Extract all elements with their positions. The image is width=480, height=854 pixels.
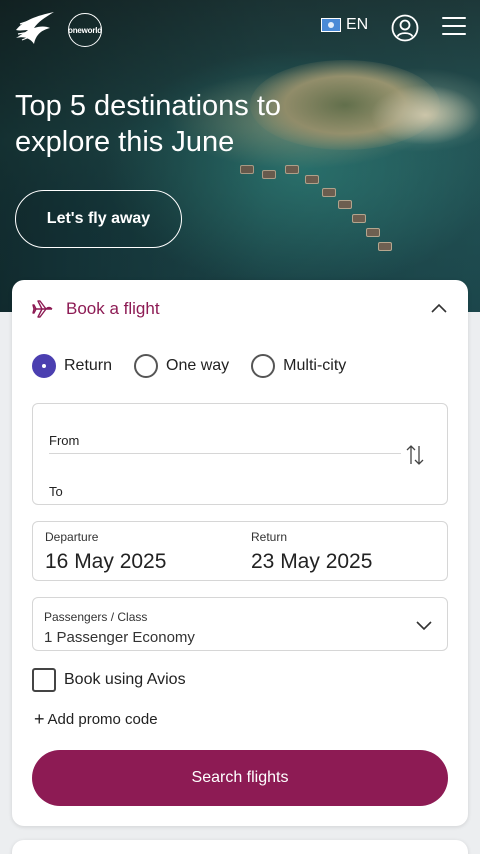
trip-type-label: Return xyxy=(64,357,113,374)
trip-type-multi-city[interactable]: Multi-city xyxy=(251,354,346,378)
book-flight-title: Book a flight xyxy=(66,299,160,318)
qatar-airways-logo-icon[interactable] xyxy=(14,10,56,48)
hero-banner: oneworld EN Top 5 destinations to explor… xyxy=(0,0,480,312)
trip-type-return[interactable]: Return xyxy=(32,354,112,378)
search-flights-button[interactable]: Search flights xyxy=(32,750,448,806)
passengers-label: Passengers / Class xyxy=(44,610,148,624)
trip-type-label: One way xyxy=(166,357,230,374)
chevron-down-icon xyxy=(416,621,432,631)
plane-icon xyxy=(32,300,53,318)
book-using-avios-checkbox[interactable]: Book using Avios xyxy=(32,668,186,692)
globe-flag-icon xyxy=(321,18,341,32)
language-label: EN xyxy=(346,16,369,33)
avios-label: Book using Avios xyxy=(64,671,186,688)
lets-fly-away-button[interactable]: Let's fly away xyxy=(15,190,182,248)
trip-type-group: Return One way Multi-city xyxy=(32,354,368,378)
trip-type-one-way[interactable]: One way xyxy=(134,354,229,378)
radio-empty-icon xyxy=(134,354,159,378)
radio-empty-icon xyxy=(251,354,276,378)
to-field[interactable]: To xyxy=(49,484,63,499)
from-field[interactable]: From xyxy=(49,433,79,448)
secondary-card xyxy=(12,840,468,854)
swap-icon[interactable] xyxy=(405,444,425,466)
add-promo-code-link[interactable]: + Add promo code xyxy=(34,710,158,728)
hero-title: Top 5 destinations to explore this June xyxy=(15,90,282,158)
language-selector[interactable]: EN xyxy=(321,16,368,34)
chevron-up-icon[interactable] xyxy=(430,300,448,318)
book-flight-header[interactable]: Book a flight xyxy=(32,297,448,321)
return-label: Return xyxy=(251,530,288,544)
return-value: 23 May 2025 xyxy=(251,550,373,573)
trip-type-label: Multi-city xyxy=(283,357,347,374)
departure-field[interactable]: Departure 16 May 2025 xyxy=(45,530,166,574)
departure-label: Departure xyxy=(45,530,99,544)
promo-label: Add promo code xyxy=(47,710,158,728)
hamburger-menu-icon[interactable] xyxy=(442,17,466,35)
passengers-class-select[interactable]: Passengers / Class 1 Passenger Economy xyxy=(32,597,448,651)
account-icon[interactable] xyxy=(391,14,419,42)
route-fields: From To xyxy=(32,403,448,505)
plus-icon: + xyxy=(34,709,45,729)
oneworld-logo[interactable]: oneworld xyxy=(68,13,102,47)
date-fields: Departure 16 May 2025 Return 23 May 2025 xyxy=(32,521,448,581)
passengers-value: 1 Passenger Economy xyxy=(44,629,195,646)
book-flight-card: Book a flight Return One way Multi-city … xyxy=(12,280,468,826)
checkbox-icon xyxy=(32,668,56,692)
return-field[interactable]: Return 23 May 2025 xyxy=(251,530,372,574)
departure-value: 16 May 2025 xyxy=(45,550,167,573)
radio-selected-icon xyxy=(32,354,56,378)
oneworld-logo-text: oneworld xyxy=(68,25,102,35)
